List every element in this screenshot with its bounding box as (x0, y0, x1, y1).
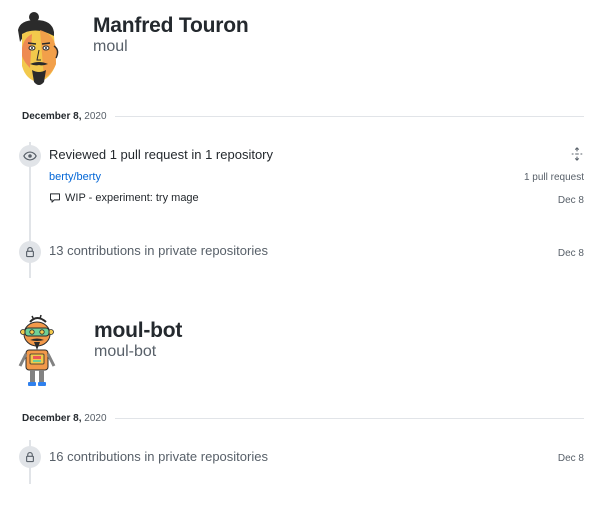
lock-icon (26, 451, 34, 463)
review-badge (19, 145, 41, 167)
repo-pr-count: 1 pull request (523, 172, 584, 183)
profile-login: moul (93, 38, 128, 55)
pull-request-item[interactable]: WIP - experiment: try mage (49, 192, 199, 204)
timeline-date-header: December 8, 2020 (22, 413, 584, 424)
private-contrib-badge (19, 446, 41, 468)
profile-name[interactable]: moul-bot (94, 319, 182, 343)
avatar-illustration (18, 314, 56, 386)
lock-icon (26, 246, 34, 258)
avatar-illustration (18, 12, 59, 85)
user-avatar-manfred[interactable] (10, 8, 62, 88)
pull-request-title[interactable]: WIP - experiment: try mage (65, 192, 199, 204)
timeline-date-header: December 8, 2020 (22, 111, 584, 122)
unfold-icon (571, 147, 583, 161)
comment-icon (50, 193, 60, 203)
date-divider (114, 116, 584, 117)
eye-icon (23, 151, 37, 161)
profile-name[interactable]: Manfred Touron (93, 14, 249, 38)
private-contrib-badge (19, 241, 41, 263)
private-contributions-text: 16 contributions in private repositories (49, 449, 268, 464)
timeline-date: December 8, 2020 (22, 111, 107, 122)
private-contributions-text: 13 contributions in private repositories (49, 243, 268, 258)
private-contributions-date: Dec 8 (557, 453, 584, 464)
unfold-button[interactable] (570, 147, 584, 161)
user-avatar-moul-bot[interactable] (12, 314, 62, 390)
repo-link[interactable]: berty/berty (49, 171, 101, 183)
private-contributions-date: Dec 8 (557, 248, 584, 259)
profile-login: moul-bot (94, 343, 157, 360)
review-summary-title[interactable]: Reviewed 1 pull request in 1 repository (49, 147, 273, 162)
date-divider (114, 418, 584, 419)
timeline-date: December 8, 2020 (22, 413, 107, 424)
pull-request-date: Dec 8 (557, 195, 584, 206)
